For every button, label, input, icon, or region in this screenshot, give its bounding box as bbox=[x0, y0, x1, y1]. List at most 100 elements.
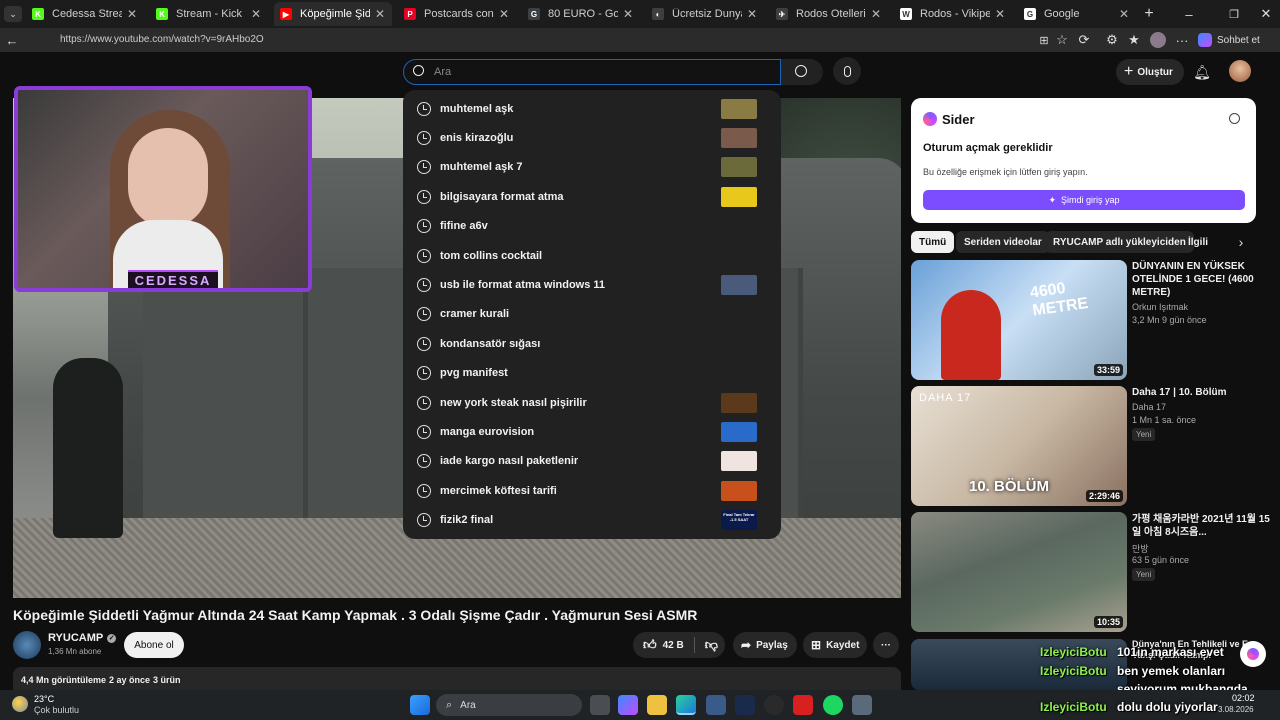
tab-close-icon[interactable]: ✕ bbox=[870, 7, 882, 21]
rec-title-2[interactable]: Daha 17 | 10. Bölüm bbox=[1132, 386, 1272, 399]
voice-search-button[interactable] bbox=[833, 57, 861, 85]
search-box[interactable]: Ara bbox=[403, 59, 781, 85]
tab-close-icon[interactable]: ✕ bbox=[994, 7, 1006, 21]
chip-related[interactable]: İlgili bbox=[1180, 231, 1216, 253]
new-tab-button[interactable]: + bbox=[1140, 5, 1158, 23]
browser-tab[interactable]: ✈Rodos Otelleri ve Rodos✕ bbox=[770, 2, 888, 26]
copilot-button[interactable]: Sohbet et bbox=[1198, 32, 1270, 48]
browser-tab[interactable]: WRodos - Vikipedi✕ bbox=[894, 2, 1012, 26]
search-suggestion[interactable]: iade kargo nasıl paketlenir bbox=[403, 447, 781, 476]
file-explorer-icon[interactable] bbox=[647, 695, 667, 715]
chat-user-4: IzleyiciBotu bbox=[1040, 700, 1107, 714]
sider-float-button[interactable] bbox=[1240, 641, 1266, 667]
chip-all[interactable]: Tümü bbox=[911, 231, 955, 253]
search-suggestion[interactable]: fifine a6v bbox=[403, 212, 781, 241]
more-actions-button[interactable]: ··· bbox=[873, 632, 899, 658]
minimize-icon[interactable]: – bbox=[1180, 5, 1198, 23]
copilot-taskbar-icon[interactable] bbox=[618, 695, 638, 715]
sider-settings-icon[interactable] bbox=[1229, 113, 1240, 124]
weather-icon[interactable] bbox=[12, 696, 28, 712]
chip-series[interactable]: Seriden videolar bbox=[956, 231, 1050, 253]
calculator-icon[interactable] bbox=[852, 695, 872, 715]
like-icon[interactable]: 👍︎ bbox=[643, 637, 657, 653]
channel-name[interactable]: RYUCAMP ✓ bbox=[48, 632, 117, 644]
save-button[interactable]: ⊞ Kaydet bbox=[803, 632, 867, 658]
weather-temp[interactable]: 23°C bbox=[34, 694, 54, 704]
search-suggestion[interactable]: manga eurovision bbox=[403, 417, 781, 446]
search-button[interactable] bbox=[781, 59, 823, 85]
url-field[interactable]: https://www.youtube.com/watch?v=9rAHbo2O bbox=[60, 32, 280, 48]
search-suggestion[interactable]: kondansatör sığası bbox=[403, 329, 781, 358]
tab-close-icon[interactable]: ✕ bbox=[374, 7, 386, 21]
browser-tab[interactable]: KStream - Kick Dashboa✕ bbox=[150, 2, 268, 26]
search-suggestion[interactable]: usb ile format atma windows 11 bbox=[403, 270, 781, 299]
browser-tab[interactable]: ◐Ücretsiz Dunya Haritası✕ bbox=[646, 2, 764, 26]
search-suggestion[interactable]: muhtemel aşk bbox=[403, 94, 781, 123]
back-icon[interactable]: ← bbox=[4, 32, 20, 48]
collections-icon[interactable]: ⚙ bbox=[1104, 32, 1120, 48]
search-suggestion[interactable]: new york steak nasıl pişirilir bbox=[403, 388, 781, 417]
chips-next-icon[interactable]: › bbox=[1233, 234, 1249, 250]
rec-thumbnail-1[interactable]: 4600 METRE 33:59 bbox=[911, 260, 1127, 380]
search-suggestion[interactable]: tom collins cocktail bbox=[403, 241, 781, 270]
account-avatar[interactable] bbox=[1229, 60, 1251, 82]
edge-browser-icon[interactable] bbox=[676, 695, 696, 715]
tab-close-icon[interactable]: ✕ bbox=[622, 7, 634, 21]
more-menu-icon[interactable]: ··· bbox=[1174, 32, 1190, 48]
description-box[interactable]: 4,4 Mn görüntüleme 2 ay önce 3 ürün bbox=[13, 667, 901, 690]
clock-date[interactable]: 3.08.2026 bbox=[1218, 705, 1254, 714]
rec-title-3[interactable]: 가평 채움카라반 2021년 11월 15일 아침 8시즈음... bbox=[1132, 513, 1272, 539]
weather-desc[interactable]: Çok bulutlu bbox=[34, 705, 79, 715]
search-suggestion[interactable]: bilgisayara format atma bbox=[403, 182, 781, 211]
search-suggestion[interactable]: enis kirazoğlu bbox=[403, 123, 781, 152]
tab-close-icon[interactable]: ✕ bbox=[498, 7, 510, 21]
tab-close-icon[interactable]: ✕ bbox=[250, 7, 262, 21]
browser-tab[interactable]: G80 EURO - Google'da A✕ bbox=[522, 2, 640, 26]
search-suggestion[interactable]: muhtemel aşk 7 bbox=[403, 153, 781, 182]
share-button[interactable]: ➦ Paylaş bbox=[733, 632, 797, 658]
chip-uploader[interactable]: RYUCAMP adlı yükleyiciden bbox=[1045, 231, 1194, 253]
rec-thumbnail-2[interactable]: DAHA 17 10. BÖLÜM 2:29:46 bbox=[911, 386, 1127, 506]
search-input[interactable]: Ara bbox=[434, 66, 451, 78]
tab-actions-menu-icon[interactable]: ⌄ bbox=[4, 6, 22, 22]
obs-icon[interactable] bbox=[764, 695, 784, 715]
tab-close-icon[interactable]: ✕ bbox=[1118, 7, 1130, 21]
restore-icon[interactable]: ❐ bbox=[1225, 5, 1243, 23]
tab-close-icon[interactable]: ✕ bbox=[746, 7, 758, 21]
subscribe-button[interactable]: Abone ol bbox=[124, 632, 184, 658]
create-button[interactable]: + Oluştur bbox=[1116, 59, 1184, 85]
start-button-icon[interactable] bbox=[410, 695, 430, 715]
browser-tab[interactable]: KCedessa Stream - Watc✕ bbox=[26, 2, 144, 26]
search-suggestion[interactable]: pvg manifest bbox=[403, 359, 781, 388]
steam-icon[interactable] bbox=[735, 695, 755, 715]
app-red-icon[interactable] bbox=[793, 695, 813, 715]
browser-tab[interactable]: G Google ✕ bbox=[1018, 2, 1136, 26]
search-suggestion[interactable]: cramer kurali bbox=[403, 300, 781, 329]
channel-avatar[interactable] bbox=[13, 631, 41, 659]
browser-tab[interactable]: ▶Köpeğimle Şiddetli Yağı✕ bbox=[274, 2, 392, 26]
tab-close-icon[interactable]: ✕ bbox=[126, 7, 138, 21]
close-window-icon[interactable]: ✕ bbox=[1257, 5, 1275, 23]
browser-tab[interactable]: PPostcards connecting th✕ bbox=[398, 2, 516, 26]
clock-time[interactable]: 02:02 bbox=[1232, 693, 1255, 703]
extensions-icon[interactable]: ⟳ bbox=[1076, 32, 1092, 48]
store-icon[interactable] bbox=[706, 695, 726, 715]
favorites-icon[interactable]: ★ bbox=[1126, 32, 1142, 48]
rec-thumbnail-3[interactable]: 10:35 bbox=[911, 512, 1127, 632]
task-view-icon[interactable] bbox=[590, 695, 610, 715]
search-suggestion[interactable]: mercimek köftesi tarifi bbox=[403, 476, 781, 505]
apps-icon[interactable]: ⊞ bbox=[1036, 32, 1052, 48]
spotify-icon[interactable] bbox=[823, 695, 843, 715]
profile-avatar[interactable] bbox=[1150, 32, 1166, 48]
search-suggestion[interactable]: fizik2 final Final Tam Tekrar -1.5 SAAT bbox=[403, 505, 781, 534]
taskbar-search[interactable]: ⌕ Ara bbox=[436, 694, 582, 716]
rec-title-1[interactable]: DÜNYANIN EN YÜKSEK OTELİNDE 1 GECE! (460… bbox=[1132, 260, 1272, 299]
rec-channel-2[interactable]: Daha 17 bbox=[1132, 402, 1166, 412]
like-count[interactable]: 42 B bbox=[663, 640, 684, 651]
rec-channel-1[interactable]: Orkun Işıtmak bbox=[1132, 302, 1188, 312]
sider-login-button[interactable]: ✦ Şimdi giriş yap bbox=[923, 190, 1245, 210]
favorite-star-icon[interactable]: ☆ bbox=[1054, 32, 1070, 48]
dislike-icon[interactable]: 👎︎ bbox=[705, 637, 718, 653]
rec-channel-3[interactable]: 만방 bbox=[1132, 542, 1149, 555]
notifications-bell-icon[interactable]: 🔔︎ bbox=[1192, 62, 1212, 82]
